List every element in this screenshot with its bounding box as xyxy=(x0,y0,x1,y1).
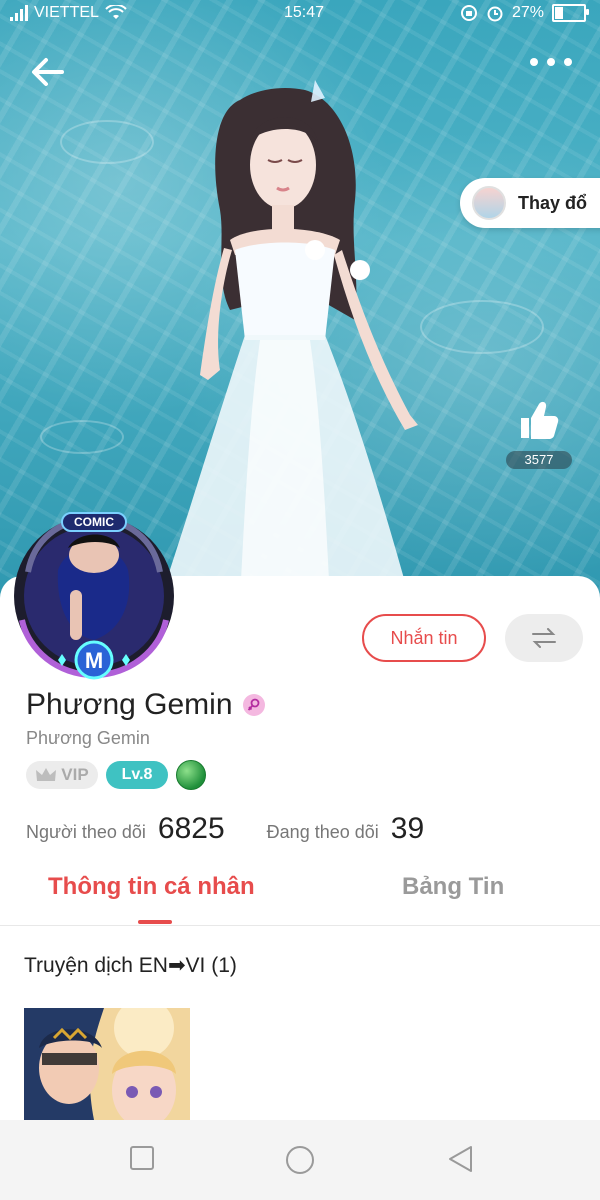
badge-row: VIP Lv.8 xyxy=(26,760,206,790)
following-label: Đang theo dõi xyxy=(266,822,379,842)
battery-percent: 27% xyxy=(511,4,544,21)
status-bar: VIETTEL 15:47 27% xyxy=(0,0,600,30)
section-title: Truyện dịch EN➡VI (1) xyxy=(24,954,237,977)
nav-circle-icon[interactable] xyxy=(284,1144,316,1176)
system-nav-bar xyxy=(0,1120,600,1200)
tab-news-feed[interactable]: Bảng Tin xyxy=(402,873,504,901)
message-button-label: Nhắn tin xyxy=(390,627,458,648)
wifi-icon xyxy=(105,5,127,19)
water-ripple xyxy=(40,420,124,454)
following-count[interactable]: 39 xyxy=(391,812,424,846)
vip-label: VIP xyxy=(61,765,89,784)
clock: 15:47 xyxy=(284,4,325,21)
change-outfit-label: Thay đổ xyxy=(518,192,588,213)
back-arrow-icon[interactable] xyxy=(28,52,68,92)
alarm-icon xyxy=(487,6,503,22)
message-button[interactable]: Nhắn tin xyxy=(362,614,486,662)
username: Phương Gemin xyxy=(26,728,150,748)
avatar[interactable]: COMIC M xyxy=(8,510,180,682)
like-count: 3577 xyxy=(506,451,572,469)
nav-square-icon[interactable] xyxy=(128,1144,156,1172)
change-outfit-button[interactable]: Thay đổ xyxy=(460,178,600,228)
active-tab-indicator xyxy=(138,920,172,924)
more-dots-icon[interactable] xyxy=(530,58,572,66)
swap-icon xyxy=(532,628,556,648)
achievement-gem-icon[interactable] xyxy=(176,760,206,790)
profile-name-row: Phương Gemin xyxy=(26,688,265,722)
carrier-label: VIETTEL xyxy=(34,4,99,21)
avatar-badge-text: COMIC xyxy=(74,515,114,529)
tab-personal-info[interactable]: Thông tin cá nhân xyxy=(48,873,255,901)
battery-icon xyxy=(552,4,589,22)
follow-stats: Người theo dõi 6825 Đang theo dõi 39 xyxy=(26,812,424,846)
thumbs-up-icon xyxy=(521,401,559,439)
outfit-thumbnail xyxy=(472,186,506,220)
followers-label: Người theo dõi xyxy=(26,822,146,842)
followers-count[interactable]: 6825 xyxy=(158,812,225,846)
vip-badge[interactable]: VIP xyxy=(26,761,98,789)
profile-tabs: Thông tin cá nhân Bảng Tin xyxy=(0,865,600,926)
like-button[interactable]: 3577 xyxy=(506,398,574,469)
level-label: Lv.8 xyxy=(121,766,153,783)
avatar-badge-letter: M xyxy=(85,648,103,673)
female-gender-icon xyxy=(242,694,265,716)
nav-back-triangle-icon[interactable] xyxy=(446,1144,476,1174)
rotation-lock-icon xyxy=(460,5,477,21)
signal-icon xyxy=(10,5,28,21)
swap-button[interactable] xyxy=(505,614,583,662)
level-badge[interactable]: Lv.8 xyxy=(106,761,168,789)
display-name: Phương Gemin xyxy=(26,688,233,721)
crown-icon xyxy=(36,768,57,781)
comic-thumbnail[interactable] xyxy=(24,1008,190,1120)
